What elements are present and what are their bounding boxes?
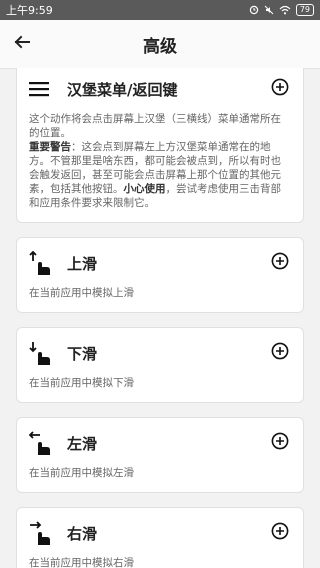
action-card-swipe-down: 下滑 在当前应用中模拟下滑 [16,327,304,403]
action-title: 左滑 [67,434,98,453]
swipe-right-icon [29,520,57,546]
action-card-swipe-up: 上滑 在当前应用中模拟上滑 [16,237,304,313]
desc-intro: 这个动作将会点击屏幕上汉堡（三横线）菜单通常所在的位置。 [29,113,281,139]
mute-icon [264,5,274,15]
swipe-up-icon [29,250,57,276]
add-circle-icon [271,432,289,454]
action-title: 上滑 [67,254,98,273]
add-circle-icon [271,522,289,544]
back-button[interactable] [0,20,44,68]
add-action-button[interactable] [269,522,291,544]
add-action-button[interactable] [269,252,291,274]
action-description: 在当前应用中模拟下滑 [29,377,134,389]
action-description: 在当前应用中模拟上滑 [29,287,134,299]
desc-caution-label: 小心使用 [123,183,166,195]
action-description: 这个动作将会点击屏幕上汉堡（三横线）菜单通常所在的位置。 重要警告：这会点到屏幕… [29,112,291,210]
desc-warning-label: 重要警告 [29,141,71,153]
wifi-icon [279,5,291,15]
alarm-icon [249,5,259,15]
status-bar: 上午9:59 79 [0,0,320,20]
add-circle-icon [271,342,289,364]
action-title: 右滑 [67,524,98,543]
actions-list[interactable]: 汉堡菜单/返回键 这个动作将会点击屏幕上汉堡（三横线）菜单通常所在的位置。 重要… [0,68,320,568]
app-bar: 高级 [0,20,320,69]
action-card-hamburger: 汉堡菜单/返回键 这个动作将会点击屏幕上汉堡（三横线）菜单通常所在的位置。 重要… [16,68,304,223]
swipe-down-icon [29,340,57,366]
arrow-back-icon [14,34,30,54]
add-circle-icon [271,78,289,100]
action-description: 在当前应用中模拟左滑 [29,467,134,479]
page-title: 高级 [143,36,177,57]
action-card-swipe-left: 左滑 在当前应用中模拟左滑 [16,417,304,493]
add-action-button[interactable] [269,342,291,364]
hamburger-menu-icon [29,76,57,102]
action-title: 下滑 [67,344,98,363]
action-description: 在当前应用中模拟右滑 [29,557,134,568]
status-icons: 79 [249,4,314,16]
action-title: 汉堡菜单/返回键 [67,80,178,99]
add-action-button[interactable] [269,78,291,100]
battery-icon: 79 [295,4,314,16]
add-action-button[interactable] [269,432,291,454]
add-circle-icon [271,252,289,274]
swipe-left-icon [29,430,57,456]
action-card-swipe-right: 右滑 在当前应用中模拟右滑 [16,507,304,568]
status-time: 上午9:59 [6,4,53,17]
